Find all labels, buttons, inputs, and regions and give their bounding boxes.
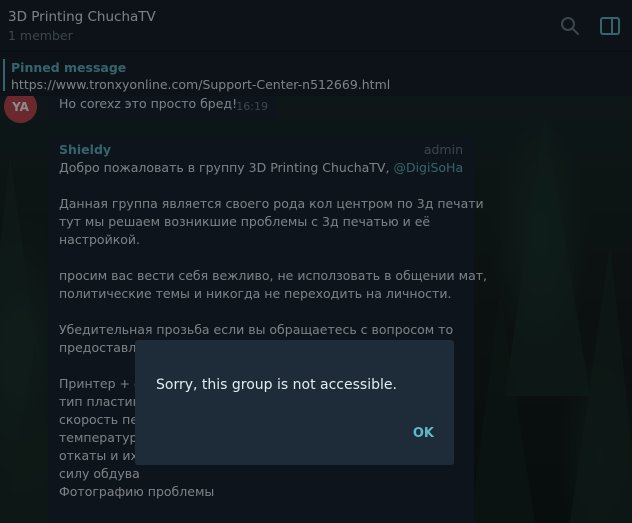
dialog-message: Sorry, this group is not accessible. — [156, 377, 397, 393]
error-dialog: Sorry, this group is not accessible. OK — [135, 340, 454, 465]
ok-button[interactable]: OK — [413, 426, 434, 441]
